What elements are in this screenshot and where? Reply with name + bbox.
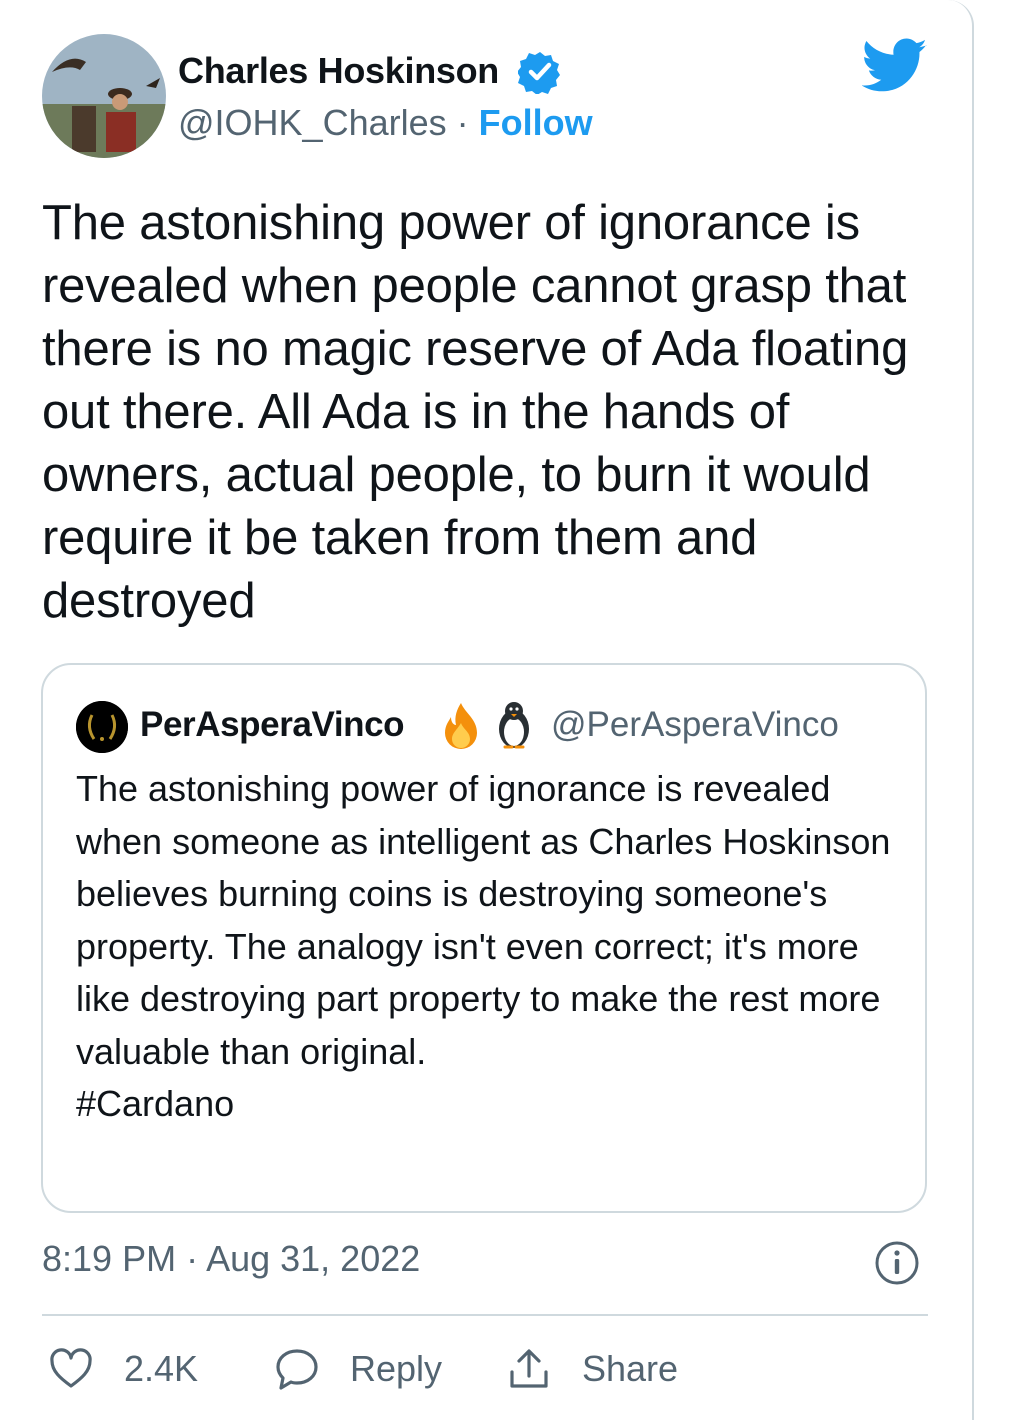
tweet-timestamp[interactable]: 8:19 PM · Aug 31, 2022 — [42, 1238, 420, 1280]
heart-icon — [50, 1348, 92, 1388]
reply-label: Reply — [350, 1348, 443, 1389]
share-upload-icon — [510, 1349, 548, 1388]
follow-button[interactable]: Follow — [479, 102, 593, 143]
verified-badge-icon — [518, 52, 560, 94]
quoted-tweet-text: The astonishing power of ignorance is re… — [76, 768, 891, 1072]
like-count: 2.4K — [124, 1348, 199, 1389]
quoted-tweet-text-block: The astonishing power of ignorance is re… — [76, 763, 906, 1131]
tweet-text: The astonishing power of ignorance is re… — [42, 196, 909, 628]
author-display-name[interactable]: Charles Hoskinson — [178, 50, 499, 92]
author-handle[interactable]: @IOHK_Charles — [178, 102, 447, 143]
quoted-author-avatar[interactable] — [76, 701, 128, 753]
penguin-emoji-icon — [499, 702, 529, 749]
quoted-tweet-hashtag[interactable]: #Cardano — [76, 1078, 906, 1131]
handle-separator: · — [446, 102, 479, 143]
fire-emoji-icon — [445, 703, 477, 749]
quoted-tweet[interactable]: PerAsperaVinco @PerAsperaVinco The aston… — [41, 663, 927, 1213]
quoted-author-name[interactable]: PerAsperaVinco — [140, 705, 405, 745]
author-handle-line: @IOHK_Charles · Follow — [178, 102, 593, 144]
quoted-author-handle[interactable]: @PerAsperaVinco — [551, 705, 839, 745]
reply-button[interactable]: Reply — [274, 1344, 442, 1394]
share-button[interactable]: Share — [506, 1344, 678, 1394]
author-avatar[interactable] — [42, 34, 166, 158]
info-icon[interactable] — [874, 1240, 920, 1286]
twitter-bird-icon[interactable] — [862, 38, 928, 94]
share-label: Share — [582, 1348, 679, 1389]
like-button[interactable]: 2.4K — [48, 1344, 198, 1394]
footer-divider — [42, 1314, 928, 1316]
tweet-card: Charles Hoskinson @IOHK_Charles · Follow… — [0, 0, 974, 1420]
reply-bubble-icon — [276, 1349, 318, 1390]
